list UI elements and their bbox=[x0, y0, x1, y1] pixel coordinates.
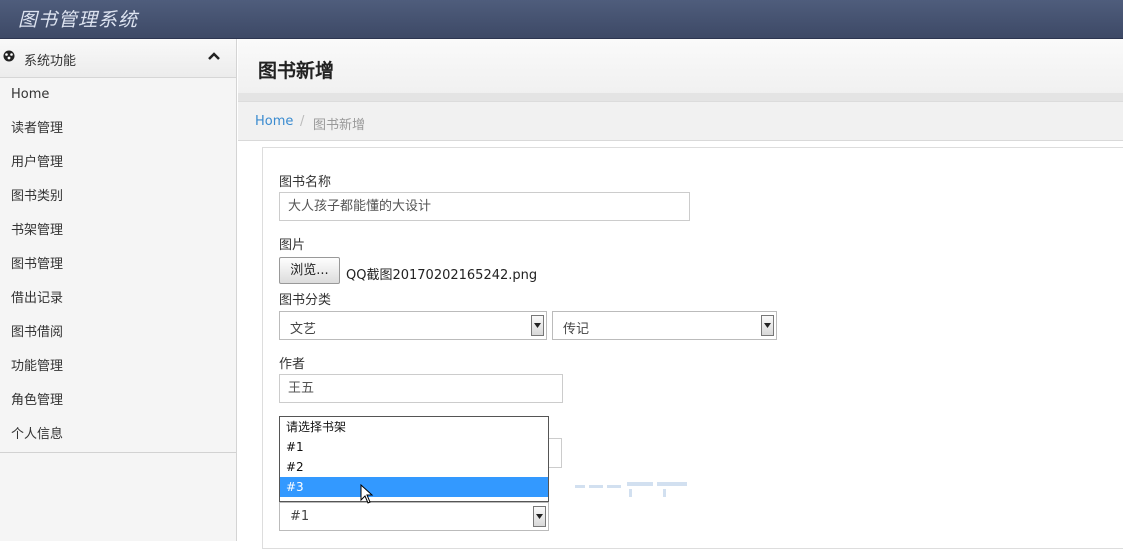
sidebar-item-functions[interactable]: 功能管理 bbox=[0, 350, 236, 384]
sidebar-header[interactable]: 系统功能 bbox=[0, 39, 236, 78]
shelf-option-placeholder[interactable]: 请选择书架 bbox=[280, 417, 548, 437]
breadcrumb-separator: / bbox=[300, 114, 305, 129]
author-input[interactable]: 王五 bbox=[279, 374, 563, 403]
shelf-select[interactable]: #1 bbox=[279, 502, 549, 531]
breadcrumb-home-link[interactable]: Home bbox=[255, 114, 293, 129]
author-label: 作者 bbox=[279, 357, 306, 372]
dashboard-icon bbox=[3, 50, 15, 62]
sidebar-item-loan-records[interactable]: 借出记录 bbox=[0, 282, 236, 316]
shelf-dropdown-list: 请选择书架 #1 #2 #3 bbox=[279, 416, 549, 502]
sidebar-item-shelves[interactable]: 书架管理 bbox=[0, 214, 236, 248]
dropdown-arrow-icon bbox=[531, 315, 544, 336]
app-title: 图书管理系统 bbox=[18, 9, 139, 31]
category-label: 图书分类 bbox=[279, 293, 332, 308]
page-title: 图书新增 bbox=[258, 60, 335, 82]
chevron-up-icon[interactable] bbox=[207, 51, 221, 61]
sidebar-menu: Home 读者管理 用户管理 图书类别 书架管理 图书管理 借出记录 图书借阅 … bbox=[0, 78, 236, 453]
top-navbar: 图书管理系统 bbox=[0, 0, 1123, 39]
mouse-pointer-icon bbox=[360, 484, 374, 504]
page-header: 图书新增 bbox=[238, 39, 1123, 102]
breadcrumb: Home / 图书新增 bbox=[238, 102, 1123, 141]
shelf-value: #1 bbox=[290, 509, 310, 524]
browse-button[interactable]: 浏览... bbox=[279, 257, 340, 284]
watermark bbox=[575, 482, 687, 497]
image-label: 图片 bbox=[279, 238, 306, 253]
sidebar-item-readers[interactable]: 读者管理 bbox=[0, 112, 236, 146]
shelf-option[interactable]: #2 bbox=[280, 457, 548, 477]
category-main-select[interactable]: 文艺 bbox=[279, 311, 547, 340]
category-sub-value: 传记 bbox=[563, 322, 590, 337]
breadcrumb-current: 图书新增 bbox=[313, 118, 366, 133]
category-sub-select[interactable]: 传记 bbox=[552, 311, 777, 340]
sidebar-item-users[interactable]: 用户管理 bbox=[0, 146, 236, 180]
sidebar-item-borrow[interactable]: 图书借阅 bbox=[0, 316, 236, 350]
book-name-input[interactable]: 大人孩子都能懂的大设计 bbox=[279, 192, 690, 221]
shelf-option[interactable]: #1 bbox=[280, 437, 548, 457]
sidebar-item-home[interactable]: Home bbox=[0, 78, 236, 112]
sidebar-header-label: 系统功能 bbox=[24, 54, 77, 69]
selected-file-name: QQ截图20170202165242.png bbox=[346, 268, 538, 283]
sidebar-item-book-categories[interactable]: 图书类别 bbox=[0, 180, 236, 214]
sidebar: 系统功能 Home 读者管理 用户管理 图书类别 书架管理 图书管理 借出记录 … bbox=[0, 39, 237, 541]
dropdown-arrow-icon bbox=[761, 315, 774, 336]
sidebar-item-profile[interactable]: 个人信息 bbox=[0, 418, 236, 452]
category-main-value: 文艺 bbox=[290, 322, 317, 337]
sidebar-item-books[interactable]: 图书管理 bbox=[0, 248, 236, 282]
header-divider bbox=[238, 93, 1123, 101]
dropdown-arrow-icon bbox=[533, 506, 546, 527]
sidebar-item-roles[interactable]: 角色管理 bbox=[0, 384, 236, 418]
book-name-label: 图书名称 bbox=[279, 175, 332, 190]
shelf-option-highlighted[interactable]: #3 bbox=[280, 477, 548, 497]
